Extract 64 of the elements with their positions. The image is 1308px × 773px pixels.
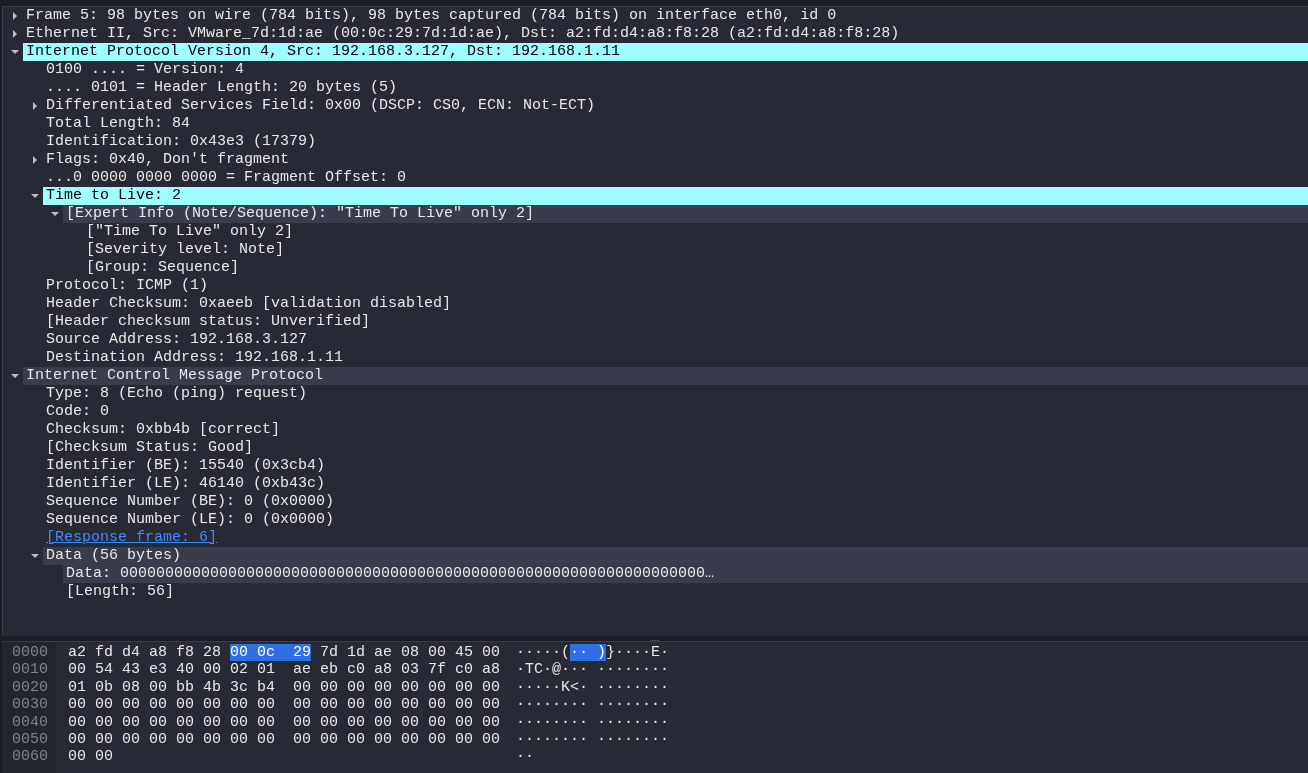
ascii-bytes: ·TC·@··· ········ [516,661,670,679]
ascii-bytes: ·· [516,748,535,766]
splitter-grip[interactable]: …… [650,636,660,641]
hex-bytes: 00 00 [68,748,114,766]
offset-label: 0000 [12,644,49,662]
tree-row[interactable]: [Group: Sequence] [83,259,1308,277]
tree-row[interactable]: 0100 .... = Version: 4 [43,61,1308,79]
tree-row[interactable]: Identification: 0x43e3 (17379) [43,133,1308,151]
tree-row[interactable]: Sequence Number (LE): 0 (0x0000) [43,511,1308,529]
tree-row[interactable]: Data (56 bytes) [43,547,1308,565]
tree-row[interactable]: Flags: 0x40, Don't fragment [43,151,1308,169]
hex-bytes: 00 00 00 00 00 00 00 00 00 00 00 00 00 00 00 00 [68,731,502,749]
hex-bytes: 00 54 43 e3 40 00 02 01 ae eb c0 a8 03 7f c0 a8 [68,661,502,679]
offset-label: 0040 [12,713,49,732]
tree-row[interactable]: Identifier (BE): 15540 (0x3cb4) [43,457,1308,475]
caret-down-icon[interactable] [10,372,19,380]
tree-row[interactable]: [Length: 56] [63,583,1308,601]
tree-row[interactable]: Header Checksum: 0xaeeb [validation disabled] [43,295,1308,313]
ascii-bytes: ·····(·· )}····E· [516,644,670,662]
ascii-bytes: ········ ········ [516,731,670,749]
tree-row[interactable]: Sequence Number (BE): 0 (0x0000) [43,493,1308,511]
offset-label: 0020 [12,678,49,697]
caret-right-icon[interactable] [30,156,39,164]
tree-row[interactable]: [Checksum Status: Good] [43,439,1308,457]
tree-row[interactable]: Type: 8 (Echo (ping) request) [43,385,1308,403]
tree-row[interactable]: Identifier (LE): 46140 (0xb43c) [43,475,1308,493]
tree-row[interactable]: Time to Live: 2 [43,187,1308,205]
offset-label: 0050 [12,731,49,749]
tree-link[interactable]: [Response frame: 6] [43,529,1308,547]
tree-row[interactable]: [Severity level: Note] [83,241,1308,259]
caret-down-icon[interactable] [50,210,59,218]
tree-row[interactable]: Protocol: ICMP (1) [43,277,1308,295]
caret-down-icon[interactable] [10,48,19,56]
tree-row[interactable]: Code: 0 [43,403,1308,421]
tree-row[interactable]: Checksum: 0xbb4b [correct] [43,421,1308,439]
tree-row[interactable]: Differentiated Services Field: 0x00 (DSCP: CS0, ECN: Not-ECT) [43,97,1308,115]
tree-row[interactable]: Source Address: 192.168.3.127 [43,331,1308,349]
offset-label: 0060 [12,748,49,766]
caret-right-icon[interactable] [30,102,39,110]
caret-down-icon[interactable] [30,192,39,200]
offset-label: 0030 [12,696,49,714]
ascii-bytes: ········ ········ [516,713,670,732]
tree-row[interactable]: Total Length: 84 [43,115,1308,133]
tree-row[interactable]: Destination Address: 192.168.1.11 [43,349,1308,367]
tree-row[interactable]: ...0 0000 0000 0000 = Fragment Offset: 0 [43,169,1308,187]
tree-row[interactable]: [Header checksum status: Unverified] [43,313,1308,331]
caret-down-icon[interactable] [30,552,39,560]
tree-row[interactable]: Frame 5: 98 bytes on wire (784 bits), 98 bytes captured (784 bits) on interface eth0, id 0 [23,7,1308,25]
hex-bytes: 00 00 00 00 00 00 00 00 00 00 00 00 00 00 00 00 [68,713,502,732]
caret-right-icon[interactable] [10,30,19,38]
tree-row[interactable]: Internet Control Message Protocol [23,367,1308,385]
tree-row[interactable]: Data: 00000000000000000000000000000000000000000000000000000000000000000… [63,565,1308,583]
caret-right-icon[interactable] [10,12,19,20]
hex-bytes: a2 fd d4 a8 f8 28 00 0c 29 7d 1d ae 08 00 45 00 [68,644,502,662]
tree-row[interactable]: ["Time To Live" only 2] [83,223,1308,241]
hex-bytes: 01 0b 08 00 bb 4b 3c b4 00 00 00 00 00 00 00 00 [68,678,502,697]
tree-row[interactable]: .... 0101 = Header Length: 20 bytes (5) [43,79,1308,97]
hex-bytes: 00 00 00 00 00 00 00 00 00 00 00 00 00 00 00 00 [68,696,502,714]
tree-row[interactable]: Internet Protocol Version 4, Src: 192.168.3.127, Dst: 192.168.1.11 [23,43,1308,61]
ascii-bytes: ········ ········ [516,696,670,714]
tree-row[interactable]: Ethernet II, Src: VMware_7d:1d:ae (00:0c:29:7d:1d:ae), Dst: a2:fd:d4:a8:f8:28 (a2:fd:d4:a8:f8:28) [23,25,1308,43]
offset-label: 0010 [12,661,49,679]
tree-row[interactable]: [Expert Info (Note/Sequence): "Time To Live" only 2] [63,205,1308,223]
ascii-bytes: ·····K<· ········ [516,678,670,697]
